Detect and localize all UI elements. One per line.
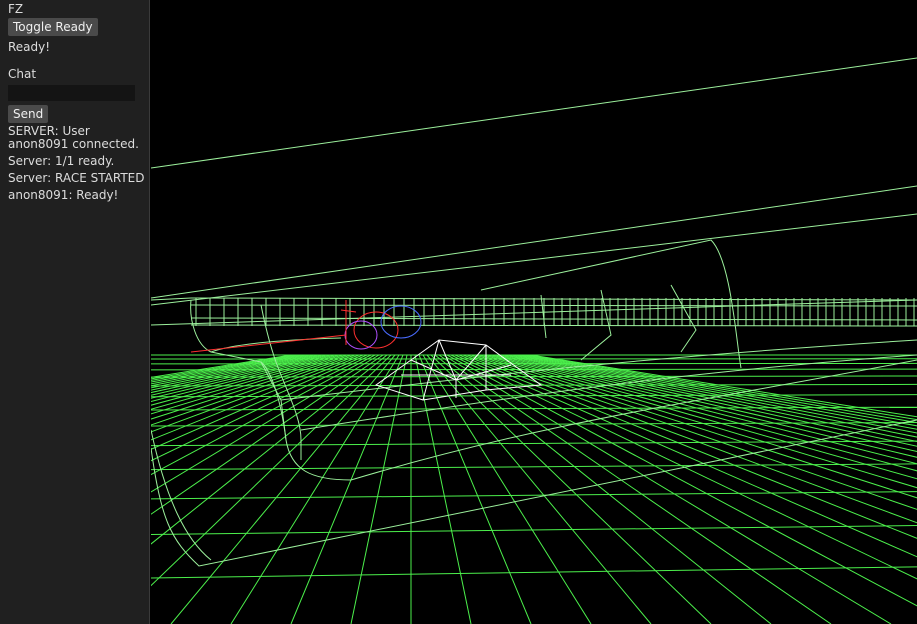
sidebar-panel: FZ Toggle Ready Ready! Chat Send SERVER:… xyxy=(0,0,150,624)
ready-status: Ready! xyxy=(8,40,51,54)
grid-line xyxy=(151,354,360,433)
grid-line xyxy=(151,354,332,399)
chat-message: Server: RACE STARTED xyxy=(8,171,145,185)
grid-line xyxy=(151,354,384,515)
app-title: FZ xyxy=(8,2,24,16)
grid-line xyxy=(290,354,404,624)
app-root: FZ Toggle Ready Ready! Chat Send SERVER:… xyxy=(0,0,917,624)
grid-line xyxy=(151,354,364,441)
grid-line xyxy=(151,354,340,406)
grid-line xyxy=(151,354,344,410)
chat-message: SERVER: User anon8091 connected. xyxy=(8,124,139,151)
grid-line xyxy=(151,354,368,450)
chat-label: Chat xyxy=(8,67,37,81)
chat-log: SERVER: User anon8091 connected. Server:… xyxy=(8,125,146,206)
grid-line xyxy=(151,354,292,378)
send-button[interactable]: Send xyxy=(8,105,49,123)
game-viewport[interactable] xyxy=(151,0,917,624)
grid-line xyxy=(350,354,408,624)
chat-message: anon8091: Ready! xyxy=(8,188,119,202)
grid-line xyxy=(170,354,396,624)
chat-message: Server: 1/1 ready. xyxy=(8,154,115,168)
grid-line xyxy=(151,354,380,493)
grid-line xyxy=(230,354,400,624)
grid-line xyxy=(414,354,472,624)
vehicle-wireframe xyxy=(190,300,422,353)
grid-line xyxy=(151,463,917,471)
track-wireframe xyxy=(151,57,917,567)
chat-input[interactable] xyxy=(8,85,135,101)
toggle-ready-button[interactable]: Toggle Ready xyxy=(8,18,98,36)
wireframe-scene xyxy=(151,57,917,624)
